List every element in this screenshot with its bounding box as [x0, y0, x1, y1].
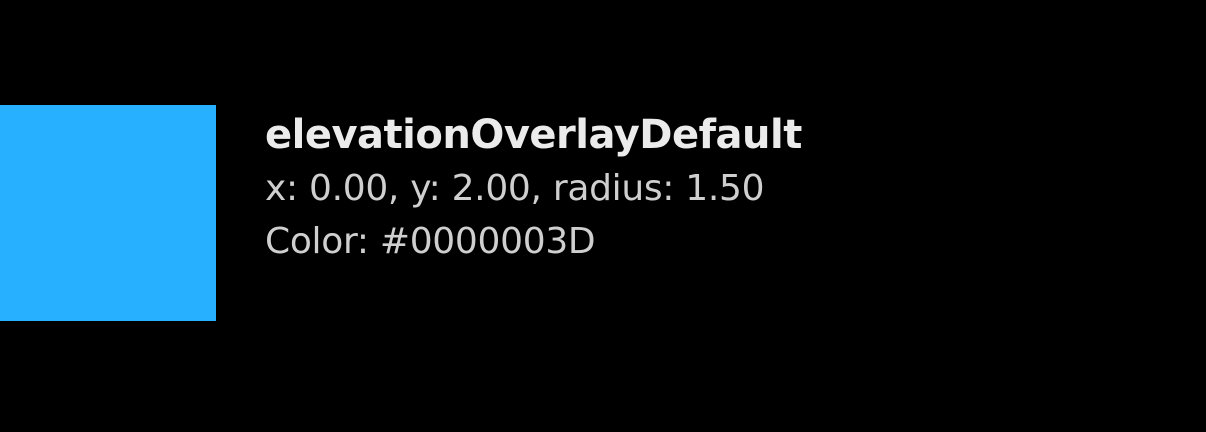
shadow-color: Color: #0000003D: [265, 221, 596, 262]
token-name: elevationOverlayDefault: [265, 112, 802, 158]
token-info: elevationOverlayDefault x: 0.00, y: 2.00…: [265, 108, 802, 268]
color-swatch: [0, 105, 216, 321]
shadow-offset-radius: x: 0.00, y: 2.00, radius: 1.50: [265, 168, 765, 209]
